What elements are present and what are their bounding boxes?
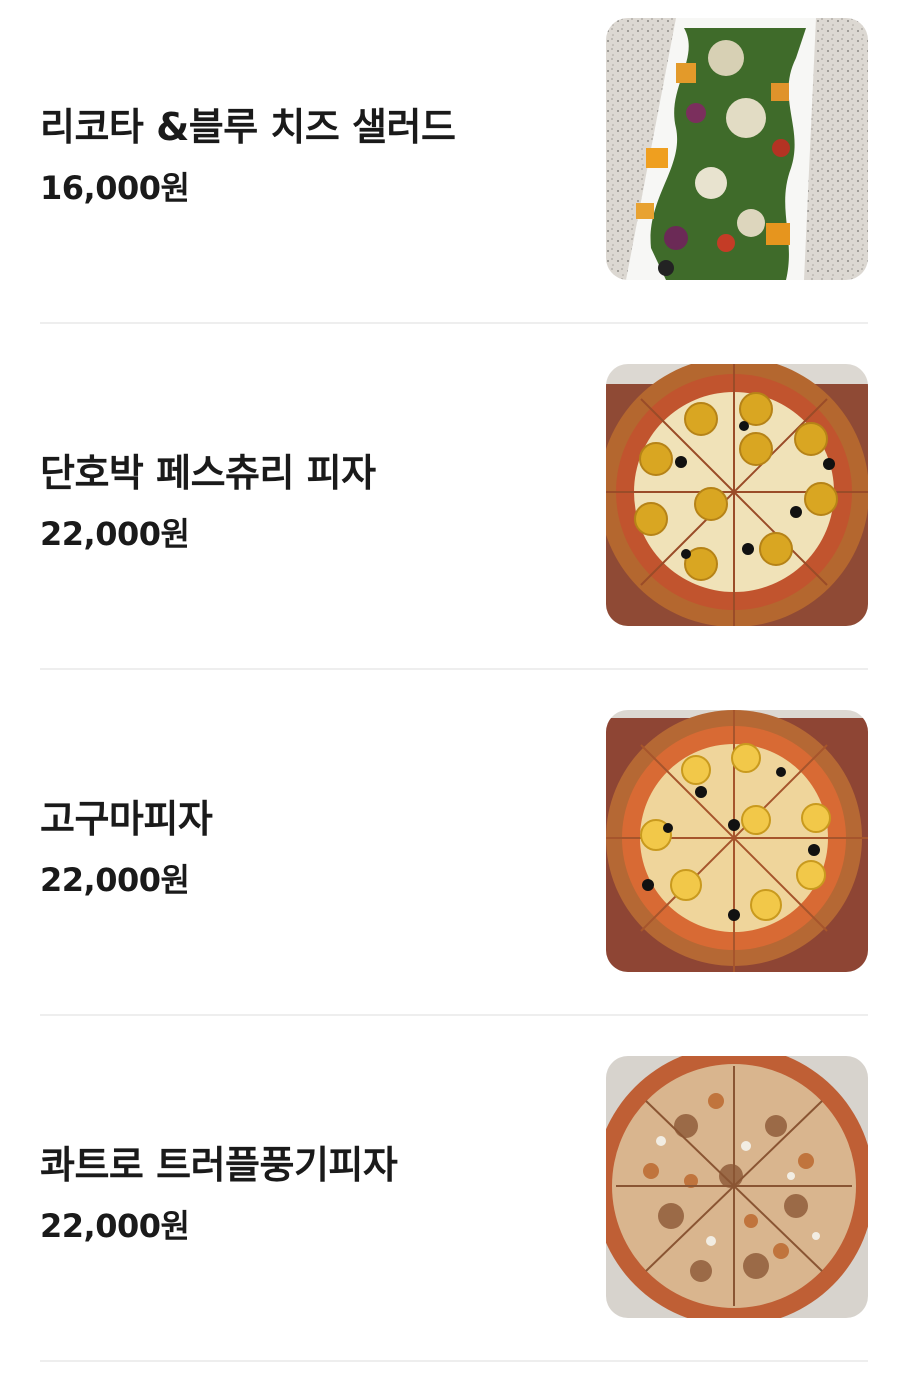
menu-item-text: 리코타 &블루 치즈 샐러드 16,000원 bbox=[40, 18, 580, 280]
menu-item-price: 22,000원 bbox=[40, 861, 190, 899]
salad-photo[interactable] bbox=[606, 18, 868, 280]
menu-item-salad[interactable]: 리코타 &블루 치즈 샐러드 16,000원 bbox=[40, 18, 868, 280]
menu-item-quattro-truffle-funghi-pizza[interactable]: 콰트로 트러플풍기피자 22,000원 bbox=[40, 1056, 868, 1318]
menu-item-text: 콰트로 트러플풍기피자 22,000원 bbox=[40, 1056, 580, 1318]
divider bbox=[40, 322, 868, 324]
quattro-truffle-funghi-pizza-photo[interactable] bbox=[606, 1056, 868, 1318]
divider bbox=[40, 668, 868, 670]
sweet-potato-pizza-photo[interactable] bbox=[606, 710, 868, 972]
menu-item-price: 16,000원 bbox=[40, 169, 190, 207]
menu-item-pumpkin-pastry-pizza[interactable]: 단호박 페스츄리 피자 22,000원 bbox=[40, 364, 868, 626]
menu-item-name: 고구마피자 bbox=[40, 797, 213, 841]
menu-list: 리코타 &블루 치즈 샐러드 16,000원 단호박 페스츄리 피자 22,00… bbox=[0, 0, 900, 1379]
pumpkin-pastry-pizza-photo[interactable] bbox=[606, 364, 868, 626]
divider bbox=[40, 1360, 868, 1362]
divider bbox=[40, 1014, 868, 1016]
menu-item-name: 리코타 &블루 치즈 샐러드 bbox=[40, 105, 456, 149]
menu-item-sweet-potato-pizza[interactable]: 고구마피자 22,000원 bbox=[40, 710, 868, 972]
menu-item-name: 콰트로 트러플풍기피자 bbox=[40, 1143, 398, 1187]
menu-item-text: 고구마피자 22,000원 bbox=[40, 710, 580, 972]
menu-item-price: 22,000원 bbox=[40, 1207, 190, 1245]
menu-item-name: 단호박 페스츄리 피자 bbox=[40, 451, 376, 495]
menu-item-text: 단호박 페스츄리 피자 22,000원 bbox=[40, 364, 580, 626]
menu-item-price: 22,000원 bbox=[40, 515, 190, 553]
